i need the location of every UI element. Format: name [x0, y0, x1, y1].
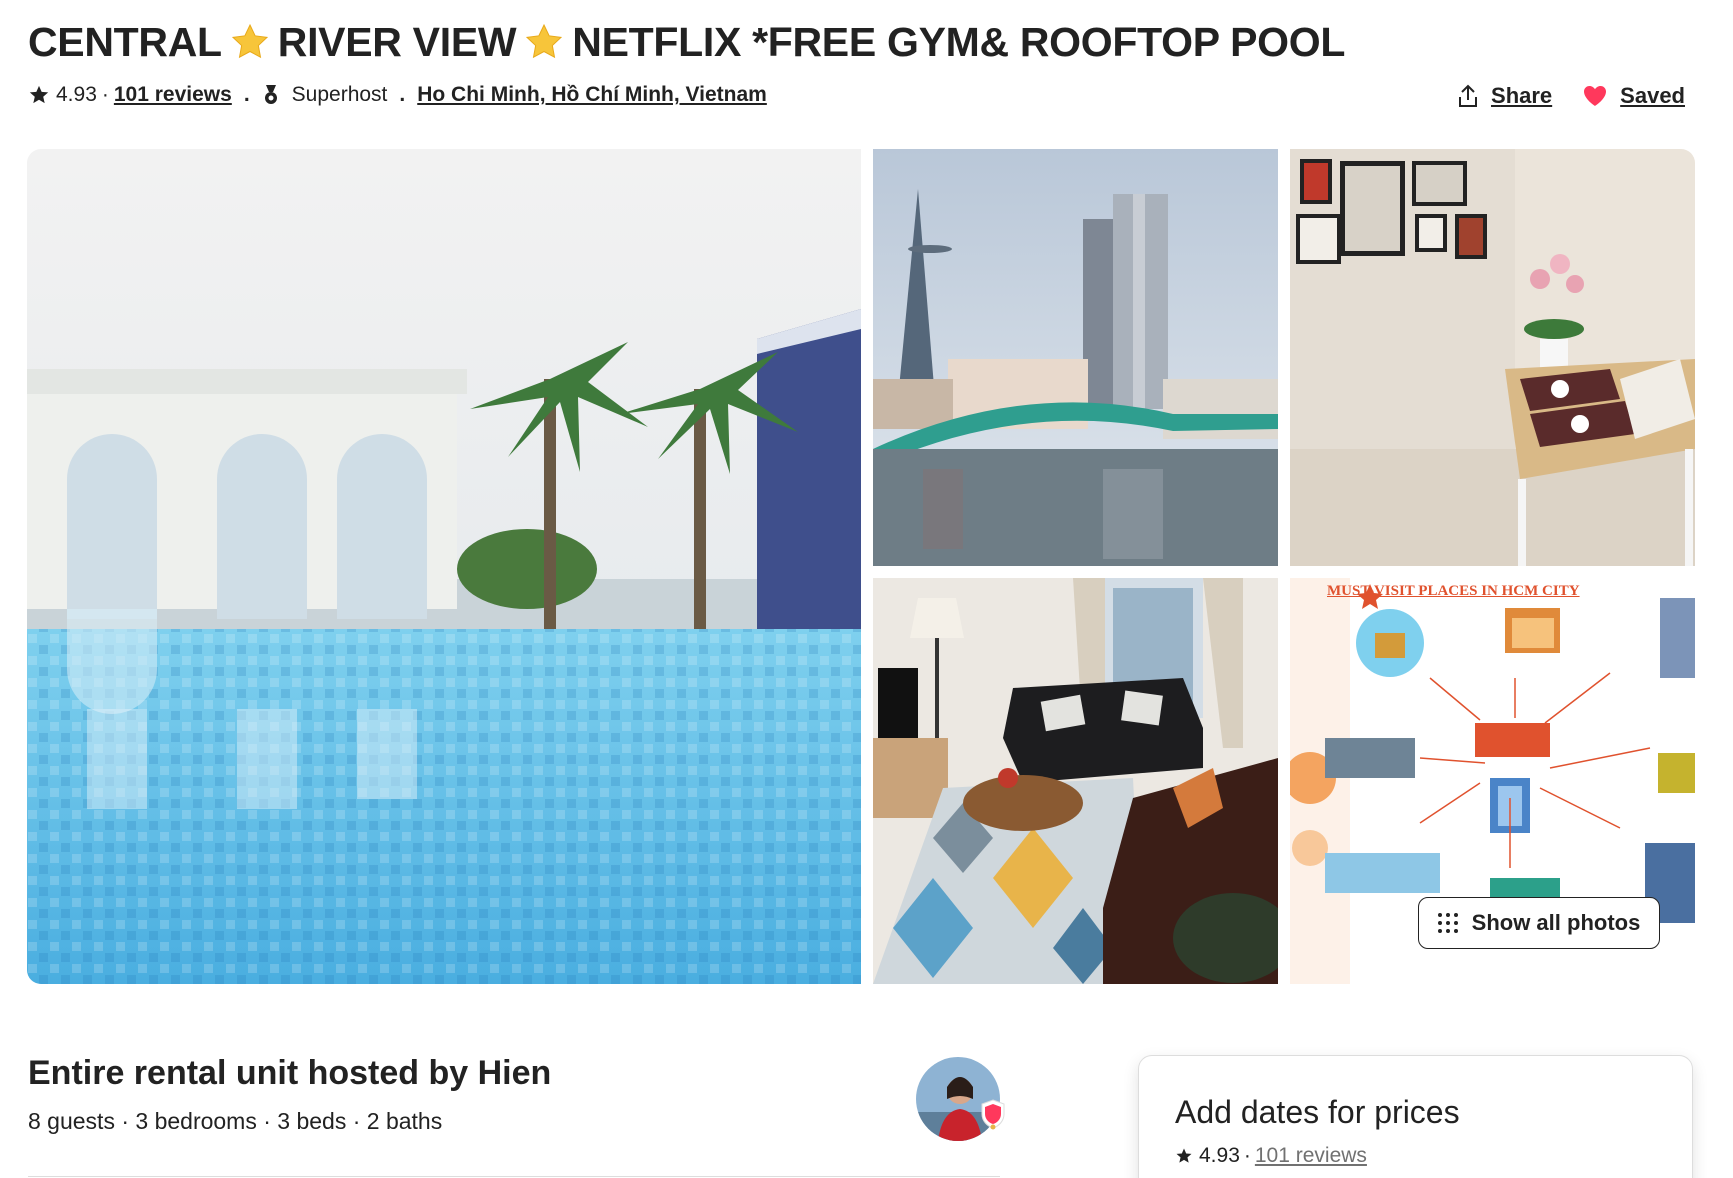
booking-rating-value: 4.93: [1199, 1144, 1240, 1167]
host-heading: Entire rental unit hosted by Hien: [28, 1054, 552, 1092]
dot-separator: ·: [101, 83, 109, 106]
location-link[interactable]: Ho Chi Minh, Hồ Chí Minh, Vietnam: [417, 83, 767, 107]
photo-living-room[interactable]: [873, 578, 1278, 984]
listing-title: CENTRAL RIVER VIEW NETFLIX *FREE GYM& ROOF…: [28, 18, 1345, 66]
title-part-1: CENTRAL: [28, 19, 222, 65]
share-icon: [1459, 84, 1478, 107]
share-button[interactable]: Share: [1457, 83, 1552, 109]
photo-rooftop-pool[interactable]: [27, 149, 861, 984]
show-all-photos-button[interactable]: Show all photos: [1418, 897, 1660, 949]
heart-icon: [1584, 86, 1607, 106]
photo-dining-area[interactable]: [1290, 149, 1695, 566]
booking-card-rating: 4.93 · 101 reviews: [1175, 1144, 1367, 1168]
share-label: Share: [1491, 83, 1553, 108]
star-icon: [1176, 1148, 1192, 1163]
superhost-medal-icon: [264, 85, 277, 104]
map-heading: MUST-VISIT PLACES IN HCM CITY: [1327, 583, 1580, 599]
listing-capacity: 8 guests · 3 bedrooms · 3 beds · 2 baths: [28, 1108, 443, 1134]
title-part-3: NETFLIX *FREE GYM& ROOFTOP POOL: [572, 19, 1346, 65]
reviews-link[interactable]: 101 reviews: [114, 83, 232, 107]
star-emoji-icon: [526, 23, 563, 59]
rating-value: 4.93: [56, 83, 97, 106]
dot-separator: ·: [1243, 1144, 1251, 1167]
saved-label: Saved: [1620, 83, 1685, 108]
star-icon: [29, 85, 49, 104]
title-part-2: RIVER VIEW: [277, 19, 517, 65]
add-dates-heading: Add dates for prices: [1175, 1094, 1460, 1130]
superhost-label: Superhost: [291, 83, 388, 106]
separator: .: [243, 83, 250, 106]
separator: .: [399, 83, 406, 106]
photo-gallery: MUST-VISIT PLACES IN HCM CITY: [27, 149, 1695, 984]
section-divider: [28, 1176, 1000, 1177]
booking-card: Add dates for prices 4.93 · 101 reviews: [1138, 1055, 1693, 1178]
show-all-photos-label: Show all photos: [1471, 910, 1641, 935]
listing-actions: Share Saved: [1427, 80, 1685, 112]
photo-river-skyline[interactable]: [873, 149, 1278, 566]
star-emoji-icon: [231, 23, 268, 59]
booking-reviews-link[interactable]: 101 reviews: [1255, 1144, 1367, 1168]
saved-button[interactable]: Saved: [1582, 83, 1685, 109]
listing-meta: 4.93 · 101 reviews . Superhost . Ho Chi …: [28, 80, 767, 110]
grid-dots-icon: [1437, 913, 1458, 933]
superhost-badge-icon: [981, 1099, 1005, 1130]
